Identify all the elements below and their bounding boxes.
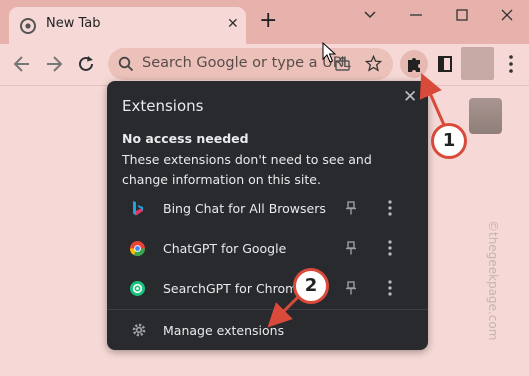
close-window-icon[interactable] <box>495 3 519 27</box>
minimize-icon[interactable] <box>404 3 428 27</box>
extension-item-chatgpt-for-google[interactable]: ChatGPT for Google <box>107 229 428 269</box>
chrome-icon <box>20 18 36 34</box>
extension-name: ChatGPT for Google <box>163 241 287 256</box>
extension-item-searchgpt[interactable]: SearchGPT for Chrome <box>107 269 428 309</box>
maximize-icon[interactable] <box>450 3 474 27</box>
profile-thumbnail <box>469 98 502 134</box>
manage-extensions-button[interactable]: Manage extensions <box>107 310 428 350</box>
tab-search-chevron-icon[interactable] <box>358 3 382 27</box>
share-icon[interactable] <box>334 55 351 72</box>
bookmark-star-icon[interactable] <box>364 54 383 73</box>
more-options-icon[interactable] <box>388 240 392 256</box>
address-bar[interactable]: Search Google or type a URL <box>108 48 393 80</box>
search-icon <box>118 56 134 72</box>
extension-name: Bing Chat for All Browsers <box>163 201 326 216</box>
pin-icon[interactable] <box>344 240 358 256</box>
side-panel-icon[interactable] <box>438 56 452 72</box>
extension-name: SearchGPT for Chrome <box>163 281 305 296</box>
pin-icon[interactable] <box>344 200 358 216</box>
reload-icon[interactable] <box>75 53 97 75</box>
back-icon[interactable] <box>11 53 33 75</box>
address-bar-placeholder: Search Google or type a URL <box>142 55 351 71</box>
no-access-description: These extensions don't need to see and c… <box>122 152 372 187</box>
extensions-button[interactable] <box>400 50 428 78</box>
mouse-cursor-icon <box>322 42 336 63</box>
pin-icon[interactable] <box>344 280 358 296</box>
forward-icon[interactable] <box>43 53 65 75</box>
extension-item-bing-chat[interactable]: Bing Chat for All Browsers <box>107 189 428 229</box>
bing-icon <box>133 201 143 216</box>
tab-close-button[interactable]: ✕ <box>227 15 239 33</box>
watermark-text: ©thegeekpage.com <box>486 220 500 341</box>
profile-avatar[interactable] <box>461 47 494 80</box>
puzzle-icon <box>408 58 420 72</box>
tab-new-tab[interactable]: New Tab ✕ <box>9 7 246 44</box>
no-access-heading: No access needed <box>122 131 249 146</box>
manage-extensions-label: Manage extensions <box>163 323 285 338</box>
chatgpt-for-google-icon <box>130 241 145 257</box>
more-options-icon[interactable] <box>388 200 392 216</box>
new-tab-button[interactable]: + <box>259 10 277 32</box>
gear-icon <box>132 323 146 337</box>
callout-step-1: 1 <box>431 123 467 159</box>
searchgpt-icon <box>130 281 145 296</box>
callout-step-2: 2 <box>293 268 329 304</box>
popup-title: Extensions <box>122 97 204 115</box>
title-bar: New Tab ✕ + <box>0 0 529 44</box>
tab-title: New Tab <box>46 16 101 31</box>
popup-close-button[interactable]: ✕ <box>403 87 417 107</box>
menu-more-icon[interactable] <box>509 53 513 75</box>
extensions-popup: Extensions ✕ No access needed These exte… <box>107 81 428 350</box>
browser-toolbar: Search Google or type a URL <box>0 44 529 86</box>
more-options-icon[interactable] <box>388 280 392 296</box>
